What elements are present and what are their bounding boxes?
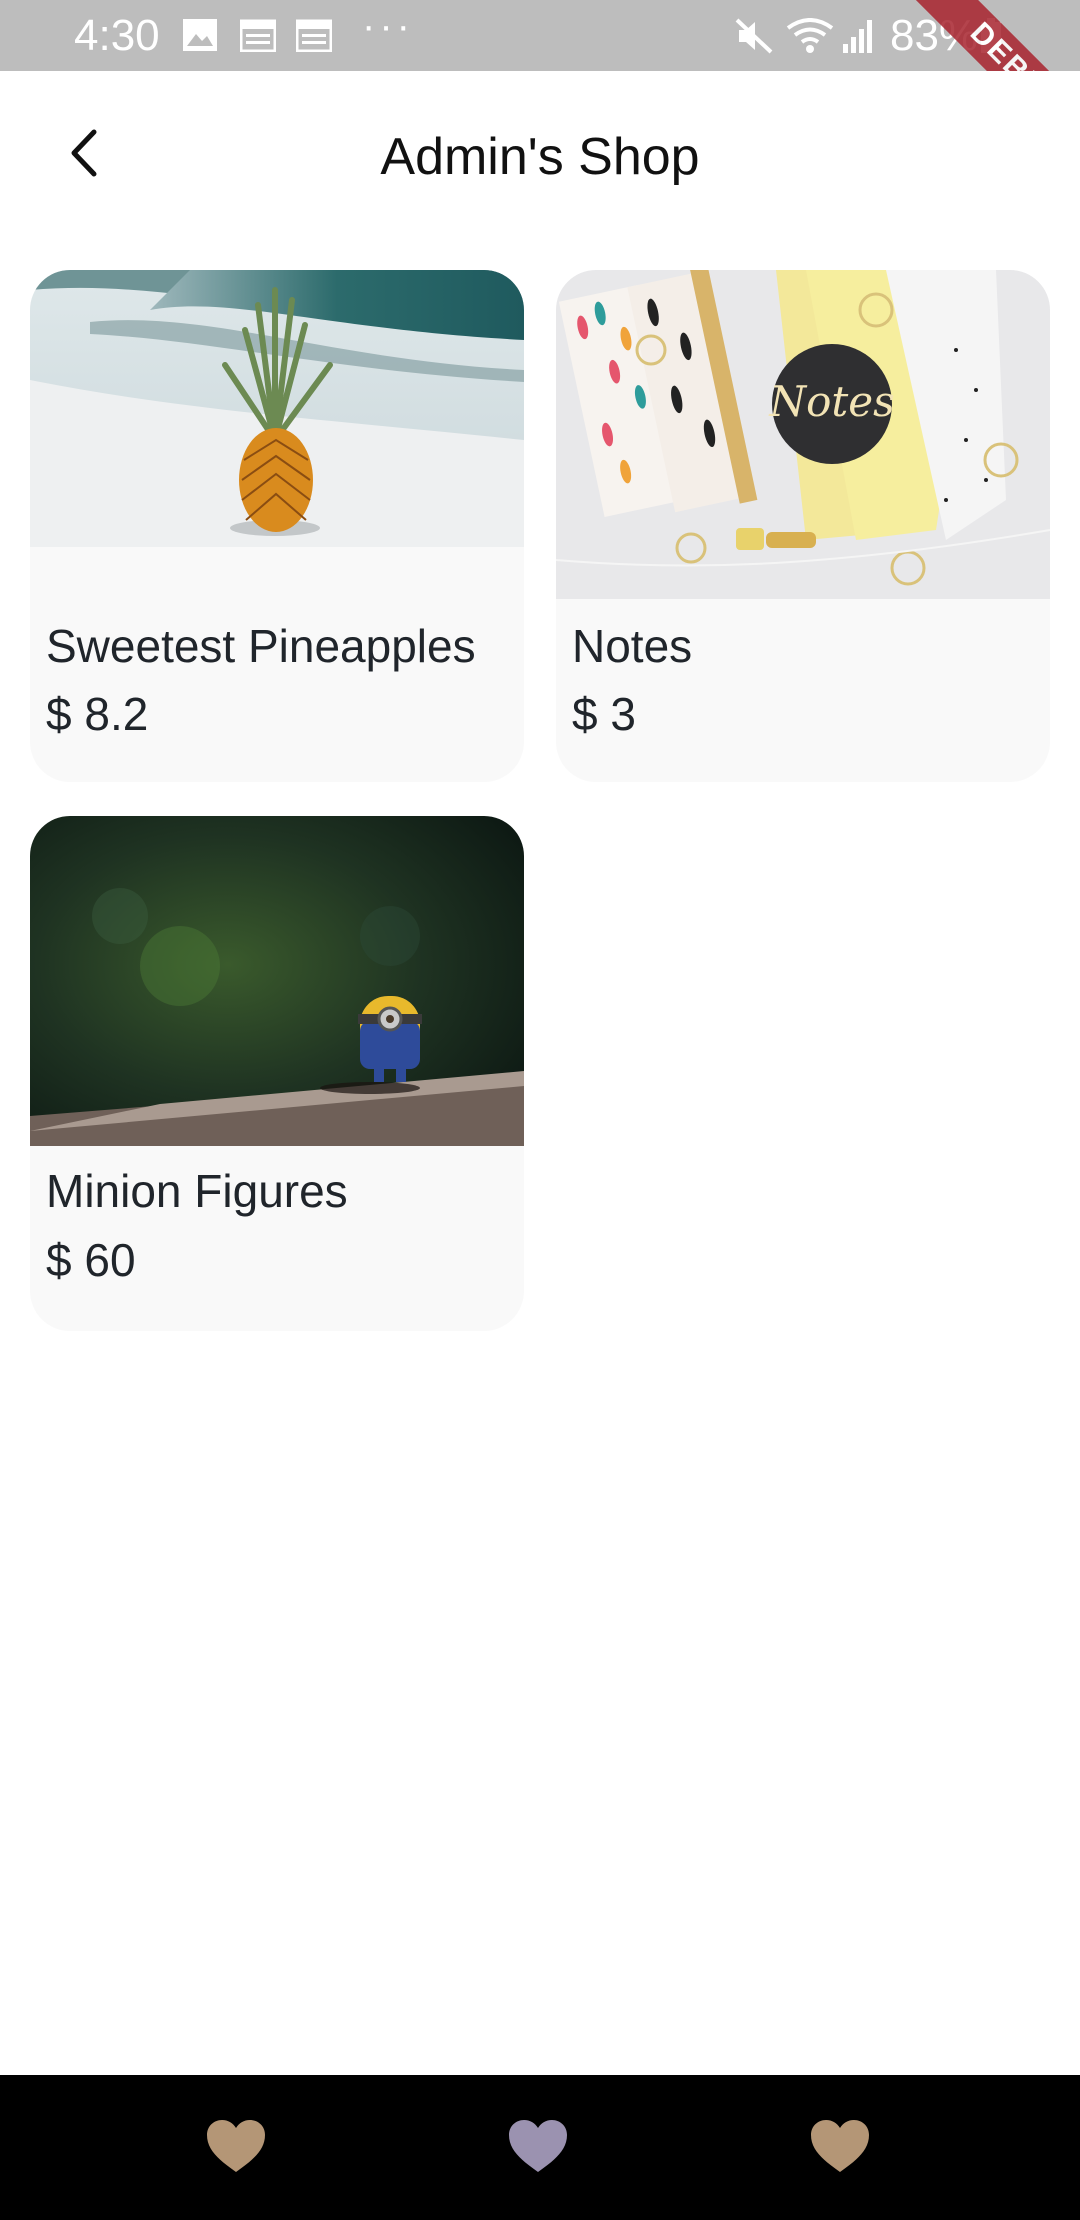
product-name: Sweetest Pineapples xyxy=(46,620,476,672)
product-name: Minion Figures xyxy=(46,1165,348,1217)
wifi-icon xyxy=(786,18,834,59)
product-image: Notes xyxy=(556,270,1050,599)
product-image xyxy=(30,270,524,547)
product-price: $ 3 xyxy=(572,688,636,740)
bottom-navigation xyxy=(0,2075,1080,2220)
signal-icon xyxy=(842,18,874,59)
app-bar: Admin's Shop xyxy=(0,71,1080,241)
calendar-icon xyxy=(239,18,277,57)
product-card[interactable]: Sweetest Pineapples $ 8.2 xyxy=(30,270,524,782)
product-card[interactable]: Notes Notes $ 3 xyxy=(556,270,1050,782)
nav-item-2[interactable] xyxy=(503,2115,573,2181)
heart-icon xyxy=(809,2118,871,2179)
status-bar: 4:30 ··· 83% xyxy=(0,0,1080,71)
more-dots-icon: ··· xyxy=(362,4,414,48)
product-price: $ 8.2 xyxy=(46,688,149,740)
status-time: 4:30 xyxy=(74,11,160,60)
product-price: $ 60 xyxy=(46,1234,136,1286)
heart-icon xyxy=(507,2118,569,2179)
svg-text:Notes: Notes xyxy=(768,377,894,426)
nav-item-1[interactable] xyxy=(201,2115,271,2181)
product-name: Notes xyxy=(572,620,693,672)
nav-item-3[interactable] xyxy=(805,2115,875,2181)
mute-icon xyxy=(735,18,773,59)
heart-icon xyxy=(205,2118,267,2179)
image-icon xyxy=(182,18,218,57)
product-card[interactable]: Minion Figures $ 60 xyxy=(30,816,524,1331)
page-title: Admin's Shop xyxy=(380,128,700,186)
product-image xyxy=(30,816,524,1146)
calendar-icon xyxy=(295,18,333,57)
